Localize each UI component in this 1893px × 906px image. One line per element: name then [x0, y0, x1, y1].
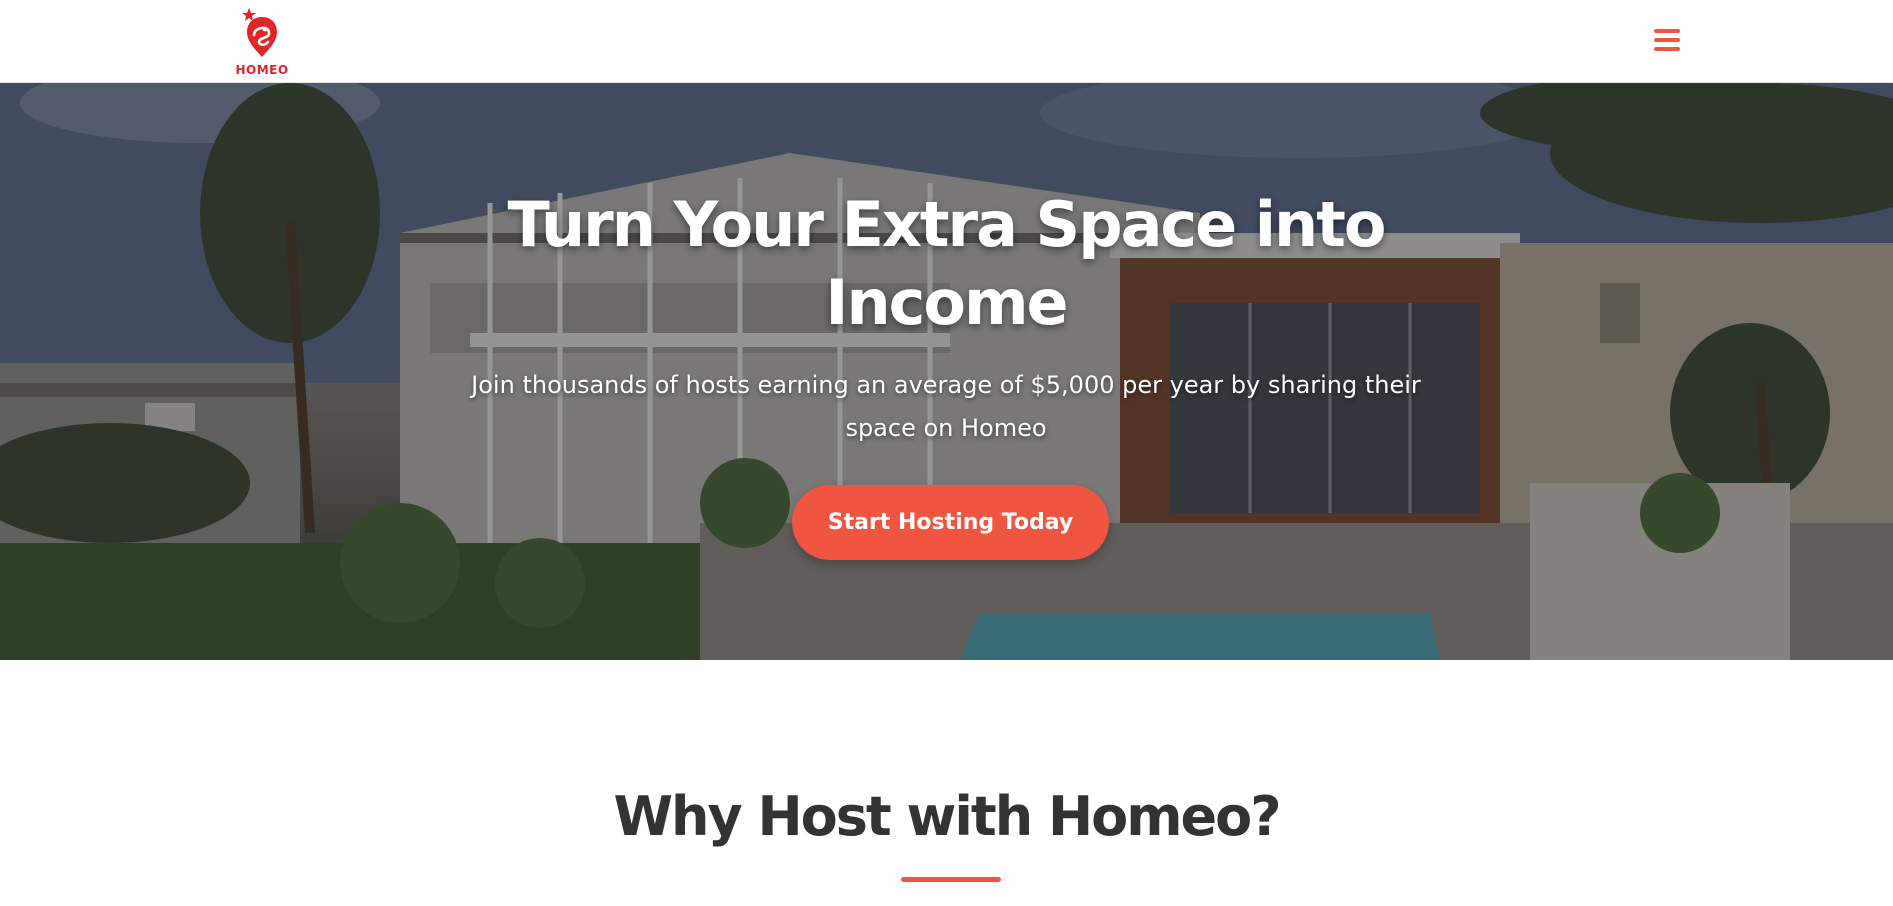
menu-bar [1654, 38, 1680, 42]
location-pin-icon [243, 8, 277, 57]
hero-subtitle: Join thousands of hosts earning an avera… [471, 371, 1421, 442]
start-hosting-button[interactable]: Start Hosting Today [792, 485, 1109, 560]
logo-text: HOMEO [235, 63, 289, 77]
site-header: HOMEO [0, 0, 1893, 83]
menu-bar [1654, 29, 1680, 33]
hero-title: Turn Your Extra Space into Income [507, 188, 1387, 339]
section-title: Why Host with Homeo? [613, 785, 1281, 848]
homeo-logo[interactable]: HOMEO [234, 8, 290, 77]
hero-content: Turn Your Extra Space into Income Join t… [0, 83, 1893, 660]
hero-section: Turn Your Extra Space into Income Join t… [0, 83, 1893, 660]
menu-bar [1654, 47, 1680, 51]
section-title-underline [901, 877, 1001, 882]
hamburger-menu-icon[interactable] [1650, 24, 1684, 56]
